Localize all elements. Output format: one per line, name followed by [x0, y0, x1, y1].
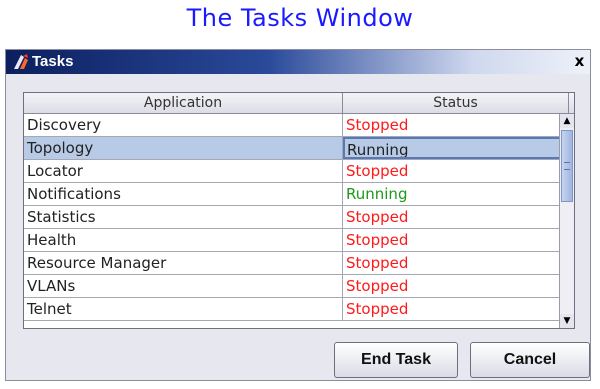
table-header: Application Status: [24, 93, 574, 114]
scroll-up-icon[interactable]: ▲: [560, 114, 574, 128]
cancel-button[interactable]: Cancel: [470, 342, 590, 378]
table-body: Discovery Stopped Topology Running Locator St…: [24, 114, 569, 321]
status-cell[interactable]: Stopped: [343, 298, 569, 320]
table-row[interactable]: Notifications Running: [24, 183, 569, 206]
status-cell[interactable]: Running: [343, 183, 569, 205]
status-cell[interactable]: Stopped: [343, 252, 569, 274]
table-row[interactable]: Discovery Stopped: [24, 114, 569, 137]
application-cell[interactable]: Topology: [24, 137, 343, 159]
end-task-button[interactable]: End Task: [334, 342, 458, 378]
table-row[interactable]: Health Stopped: [24, 229, 569, 252]
close-button[interactable]: x: [571, 53, 588, 70]
column-header-status[interactable]: Status: [343, 93, 569, 113]
close-icon[interactable]: x: [575, 52, 585, 70]
table-row[interactable]: VLANs Stopped: [24, 275, 569, 298]
status-cell[interactable]: Stopped: [343, 114, 569, 136]
application-cell[interactable]: Statistics: [24, 206, 343, 228]
status-cell[interactable]: Stopped: [343, 160, 569, 182]
tasks-table: Application Status Discovery Stopped Topol…: [23, 92, 575, 329]
column-header-application[interactable]: Application: [24, 93, 343, 113]
application-cell[interactable]: Notifications: [24, 183, 343, 205]
table-row[interactable]: Statistics Stopped: [24, 206, 569, 229]
table-row[interactable]: Telnet Stopped: [24, 298, 569, 321]
status-cell[interactable]: Stopped: [343, 229, 569, 251]
scroll-down-icon[interactable]: ▼: [560, 314, 574, 328]
window-title: Tasks: [32, 53, 74, 70]
scroll-thumb[interactable]: [561, 130, 573, 202]
tasks-window: Tasks x Application Status Discovery Stop…: [5, 49, 591, 381]
application-cell[interactable]: Health: [24, 229, 343, 251]
table-row[interactable]: Topology Running: [24, 137, 569, 160]
table-row[interactable]: Locator Stopped: [24, 160, 569, 183]
status-cell[interactable]: Running: [343, 137, 569, 159]
status-cell[interactable]: Stopped: [343, 206, 569, 228]
application-cell[interactable]: Telnet: [24, 298, 343, 320]
vertical-scrollbar[interactable]: ▲ ▼: [559, 114, 574, 328]
window-titlebar[interactable]: Tasks x: [6, 50, 590, 74]
page-title: The Tasks Window: [186, 4, 414, 32]
app-logo-icon: [14, 54, 28, 69]
application-cell[interactable]: Discovery: [24, 114, 343, 136]
table-row[interactable]: Resource Manager Stopped: [24, 252, 569, 275]
grip-icon: [564, 162, 570, 170]
application-cell[interactable]: Locator: [24, 160, 343, 182]
status-cell[interactable]: Stopped: [343, 275, 569, 297]
application-cell[interactable]: VLANs: [24, 275, 343, 297]
application-cell[interactable]: Resource Manager: [24, 252, 343, 274]
